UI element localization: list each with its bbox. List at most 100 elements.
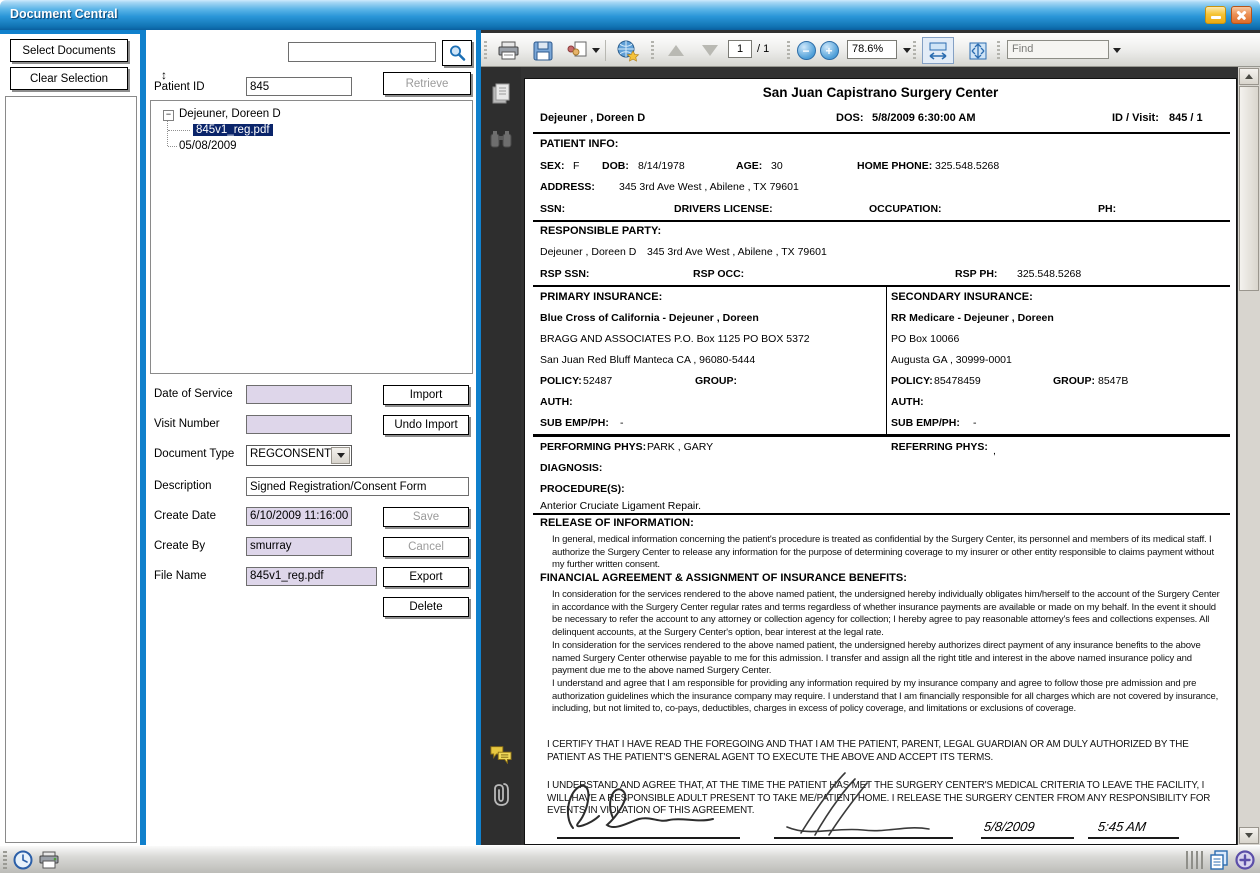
history-button[interactable] [12, 849, 34, 871]
ssn-label: SSN: [540, 203, 565, 215]
zoom-dropdown-button[interactable] [900, 43, 914, 57]
procedures-value: Anterior Cruciate Ligament Repair. [540, 500, 701, 512]
signature-date: 5/8/2009 [983, 819, 1036, 834]
divider [533, 285, 1230, 287]
secondary-subemp-value: - [973, 417, 977, 429]
document-title: San Juan Capistrano Surgery Center [525, 85, 1236, 100]
attachments-panel-button[interactable] [490, 782, 512, 806]
status-bar [0, 845, 1260, 873]
scroll-down-button[interactable] [1239, 827, 1259, 844]
copy-documents-button[interactable] [1208, 849, 1230, 871]
zoom-in-button[interactable]: + [818, 38, 840, 63]
next-page-button[interactable] [697, 38, 723, 63]
add-document-button[interactable] [1234, 849, 1256, 871]
web-import-button[interactable] [613, 38, 643, 63]
import-button[interactable]: Import [383, 385, 469, 405]
page-number-input[interactable]: 1 [728, 40, 752, 58]
zoom-level-select[interactable]: 78.6% [847, 40, 897, 59]
second-signature [773, 767, 958, 839]
toolbar-grip[interactable] [484, 41, 487, 60]
save-button-viewer[interactable] [530, 38, 556, 63]
document-type-dropdown-button[interactable] [331, 447, 350, 464]
comments-icon [490, 744, 512, 764]
doc-patient-name: Dejeuner , Doreen D [540, 112, 645, 124]
chevron-down-icon [592, 48, 600, 53]
export-button[interactable]: Export [383, 567, 469, 587]
release-text: In general, medical information concerni… [552, 534, 1215, 572]
tree-node-document-selected[interactable]: 845v1_reg.pdf [193, 124, 273, 136]
pages-panel-button[interactable] [490, 82, 512, 106]
age-value: 30 [771, 160, 783, 172]
toolbar-grip[interactable] [913, 41, 916, 60]
send-to-button[interactable] [566, 38, 600, 63]
toolbar-separator [605, 40, 606, 61]
primary-policy-label: POLICY: [540, 375, 582, 387]
secondary-address1: PO Box 10066 [891, 333, 959, 345]
print-queue-button[interactable] [38, 849, 60, 871]
document-type-select[interactable]: REGCONSENT [246, 445, 352, 466]
secondary-auth-label: AUTH: [891, 396, 924, 408]
minimize-icon [1211, 16, 1221, 19]
doc-dos-label: DOS: [836, 112, 864, 124]
close-button[interactable] [1231, 6, 1252, 24]
vertical-scrollbar[interactable] [1238, 67, 1260, 845]
comments-panel-button[interactable] [490, 742, 512, 766]
find-dropdown-button[interactable] [1110, 43, 1124, 57]
retrieve-button[interactable]: Retrieve [383, 72, 471, 95]
selected-documents-list[interactable] [5, 96, 137, 843]
clear-selection-button[interactable]: Clear Selection [10, 67, 128, 90]
clock-icon [13, 850, 33, 870]
divider [533, 434, 1230, 437]
tree-node-date[interactable]: 05/08/2009 [179, 140, 237, 152]
statusbar-resize-grip[interactable] [1186, 851, 1204, 869]
secondary-policy-value: 85478459 [934, 375, 981, 387]
statusbar-grip[interactable] [3, 851, 7, 869]
secondary-plan-name: RR Medicare - Dejeuner , Doreen [891, 312, 1054, 324]
primary-address2: San Juan Red Bluff Manteca CA , 96080-54… [540, 354, 755, 366]
financial-paragraph-2: In consideration for the services render… [552, 640, 1220, 678]
primary-policy-value: 52487 [583, 375, 612, 387]
document-select-panel: Select Documents Clear Selection [0, 34, 140, 845]
signature-line [981, 837, 1074, 839]
fit-width-button[interactable] [922, 37, 954, 64]
secondary-policy-label: POLICY: [891, 375, 933, 387]
scrollbar-thumb[interactable] [1239, 86, 1259, 291]
date-of-service-label: Date of Service [154, 388, 233, 400]
minimize-button[interactable] [1205, 6, 1226, 24]
address-value: 345 3rd Ave West , Abilene , TX 79601 [619, 181, 799, 193]
create-by-label: Create By [154, 540, 205, 552]
tree-node-patient[interactable]: Dejeuner, Doreen D [179, 108, 281, 120]
find-input[interactable]: Find [1007, 40, 1109, 59]
create-by-field: smurray [246, 537, 352, 556]
zoom-in-icon: + [820, 41, 839, 60]
address-label: ADDRESS: [540, 181, 595, 193]
save-button[interactable]: Save [383, 507, 469, 527]
undo-import-button[interactable]: Undo Import [383, 415, 469, 435]
search-panel-button[interactable] [490, 127, 512, 151]
delete-button[interactable]: Delete [383, 597, 469, 617]
toolbar-grip[interactable] [651, 41, 654, 60]
patient-id-input[interactable] [246, 77, 352, 96]
doc-idvisit-value: 845 / 1 [1169, 112, 1203, 124]
toolbar-grip[interactable] [997, 41, 1000, 60]
tree-connector [168, 130, 190, 131]
description-input[interactable] [246, 477, 469, 496]
pdf-viewer: 1 / 1 − + 78.6% Find [481, 30, 1260, 845]
toolbar-grip[interactable] [787, 41, 790, 60]
insurance-column-divider [886, 287, 887, 434]
home-phone-label: HOME PHONE: [857, 160, 932, 172]
print-button[interactable] [495, 38, 521, 63]
performing-phys-value: PARK , GARY [647, 441, 713, 453]
search-input[interactable] [288, 42, 436, 62]
cancel-button[interactable]: Cancel [383, 537, 469, 557]
scroll-up-button[interactable] [1239, 68, 1259, 85]
rp-address: 345 3rd Ave West , Abilene , TX 79601 [647, 246, 827, 258]
zoom-out-button[interactable]: − [795, 38, 817, 63]
previous-page-button[interactable] [663, 38, 689, 63]
search-button[interactable] [442, 40, 472, 66]
select-documents-button[interactable]: Select Documents [10, 39, 128, 62]
tree-collapse-icon[interactable]: − [163, 110, 174, 121]
fit-page-button[interactable] [962, 37, 994, 64]
document-tree[interactable]: − Dejeuner, Doreen D 845v1_reg.pdf 05/08… [150, 100, 473, 374]
patient-signature [555, 774, 745, 838]
